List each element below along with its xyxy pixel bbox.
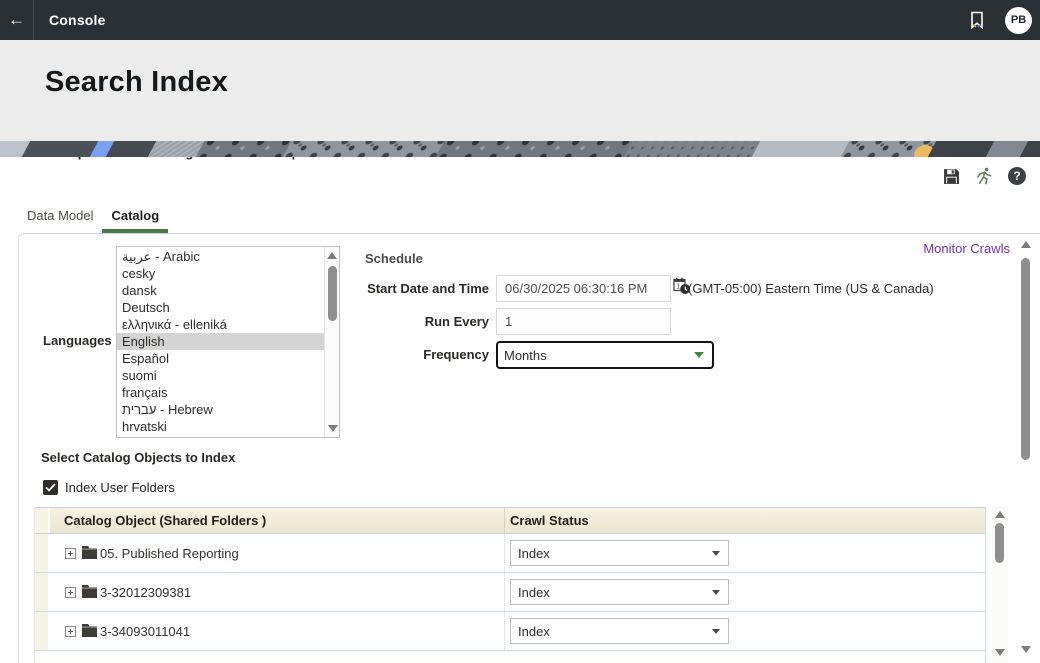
folder-icon xyxy=(82,546,97,564)
save-icon[interactable] xyxy=(941,166,961,186)
chevron-down-icon xyxy=(712,629,720,634)
page-header: Search Index Set up content indexing and… xyxy=(0,40,1040,141)
check-icon xyxy=(45,483,56,492)
chevron-down-icon xyxy=(694,352,704,358)
crawl-status-value: Index xyxy=(511,546,712,561)
timezone-label: (GMT-05:00) Eastern Time (US & Canada) xyxy=(688,281,934,296)
table-row: 05. Published Reporting Index xyxy=(35,534,985,573)
language-option-selected[interactable]: English xyxy=(117,333,324,350)
index-user-folders-label: Index User Folders xyxy=(65,480,175,495)
crawl-status-select[interactable]: Index xyxy=(510,579,729,605)
start-date-label: Start Date and Time xyxy=(314,275,489,302)
tab-bar: Data Model Catalog xyxy=(18,201,168,233)
panel-scrollbar[interactable] xyxy=(1019,241,1033,655)
folder-icon xyxy=(82,585,97,603)
table-header-row: Catalog Object (Shared Folders ) Crawl S… xyxy=(35,507,985,534)
run-every-label: Run Every xyxy=(314,308,489,335)
bookmark-icon[interactable] xyxy=(963,6,991,34)
expand-icon[interactable] xyxy=(65,587,76,598)
svg-text:1: 1 xyxy=(676,284,680,291)
crawler-run-icon[interactable] xyxy=(974,166,994,186)
scrollbar-thumb[interactable] xyxy=(1021,258,1030,460)
languages-listbox[interactable]: عربية - Arabic cesky dansk Deutsch ελλην… xyxy=(116,246,340,438)
frequency-label: Frequency xyxy=(314,341,489,368)
column-header-crawl-status: Crawl Status xyxy=(510,508,589,533)
search-index-page: ← Console PB Search Index Set up content… xyxy=(0,0,1040,663)
help-icon[interactable]: ? xyxy=(1007,166,1027,186)
language-option[interactable]: hrvatski xyxy=(117,418,324,435)
start-date-input[interactable] xyxy=(496,275,671,302)
expand-icon[interactable] xyxy=(65,626,76,637)
index-user-folders-checkbox[interactable] xyxy=(43,480,58,495)
run-every-input[interactable] xyxy=(496,308,671,335)
row-gutter xyxy=(35,573,50,611)
language-option[interactable]: français xyxy=(117,384,324,401)
table-row-partial xyxy=(35,651,985,663)
crawl-status-select[interactable]: Index xyxy=(510,540,729,566)
row-gutter xyxy=(35,612,50,650)
language-option[interactable]: Español xyxy=(117,350,324,367)
expand-icon[interactable] xyxy=(65,548,76,559)
catalog-object-name: 3-32012309381 xyxy=(100,585,191,600)
crawl-status-select[interactable]: Index xyxy=(510,618,729,644)
scroll-up-icon[interactable] xyxy=(995,511,1005,518)
scroll-up-icon[interactable] xyxy=(1021,241,1031,248)
app-title: Console xyxy=(49,12,106,28)
back-button[interactable]: ← xyxy=(0,0,33,40)
chevron-down-icon xyxy=(712,551,720,556)
catalog-objects-table: Catalog Object (Shared Folders ) Crawl S… xyxy=(34,507,986,663)
frequency-value: Months xyxy=(498,348,694,363)
action-toolbar: ? xyxy=(941,166,1027,186)
scroll-down-icon[interactable] xyxy=(995,649,1005,656)
language-option[interactable]: cesky xyxy=(117,265,324,282)
scrollbar-thumb[interactable] xyxy=(995,523,1004,563)
banner-decoration xyxy=(0,141,1040,157)
crawl-status-value: Index xyxy=(511,585,712,600)
table-row: 3-34093011041 Index xyxy=(35,612,985,651)
catalog-panel: Monitor Crawls Languages عربية - Arabic … xyxy=(18,233,1040,663)
page-title: Search Index xyxy=(45,66,228,99)
frequency-select[interactable]: Months xyxy=(496,341,714,369)
languages-label: Languages xyxy=(43,333,112,348)
table-row: 3-32012309381 Index xyxy=(35,573,985,612)
select-catalog-heading: Select Catalog Objects to Index xyxy=(41,450,235,465)
language-option[interactable]: عربية - Arabic xyxy=(117,248,324,265)
tab-catalog[interactable]: Catalog xyxy=(102,202,168,233)
language-option[interactable]: עברית - Hebrew xyxy=(117,401,324,418)
language-option[interactable]: ελληνικά - elleniká xyxy=(117,316,324,333)
table-gutter xyxy=(35,508,50,533)
language-option[interactable]: dansk xyxy=(117,282,324,299)
tab-data-model[interactable]: Data Model xyxy=(18,202,102,233)
schedule-heading: Schedule xyxy=(365,251,423,266)
user-avatar[interactable]: PB xyxy=(1005,7,1032,34)
scroll-down-icon[interactable] xyxy=(1021,646,1031,653)
scroll-up-icon[interactable] xyxy=(327,252,337,259)
crawl-status-value: Index xyxy=(511,624,712,639)
catalog-object-name: 3-34093011041 xyxy=(100,624,190,639)
table-scrollbar[interactable] xyxy=(992,507,1008,663)
topbar-divider xyxy=(33,0,34,40)
monitor-crawls-link[interactable]: Monitor Crawls xyxy=(923,241,1010,256)
topbar: ← Console PB xyxy=(0,0,1040,40)
scroll-down-icon[interactable] xyxy=(328,425,338,432)
language-option[interactable]: italiano xyxy=(117,435,324,438)
language-option[interactable]: Deutsch xyxy=(117,299,324,316)
chevron-down-icon xyxy=(712,590,720,595)
catalog-object-name: 05. Published Reporting xyxy=(100,546,239,561)
column-header-catalog-object: Catalog Object (Shared Folders ) xyxy=(64,508,266,533)
index-user-folders-row[interactable]: Index User Folders xyxy=(43,480,175,495)
row-gutter xyxy=(35,534,50,572)
folder-icon xyxy=(82,624,97,642)
language-option[interactable]: suomi xyxy=(117,367,324,384)
